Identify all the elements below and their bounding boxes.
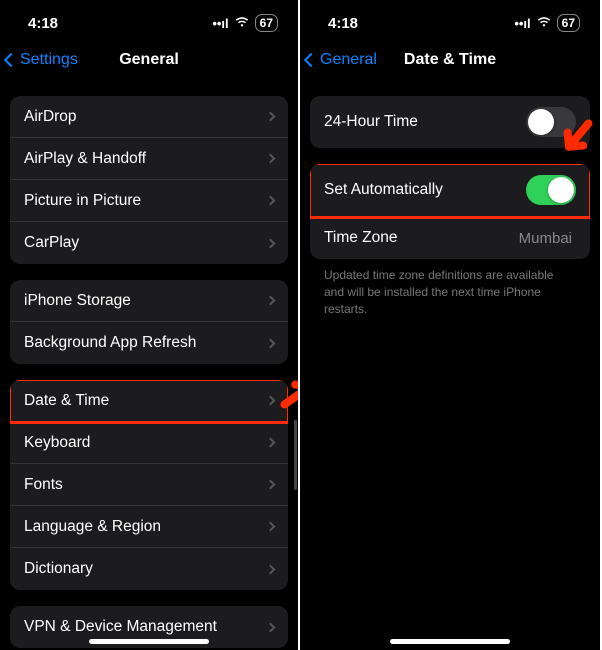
row-label: Dictionary	[24, 560, 93, 578]
toggle-set-automatically[interactable]	[526, 175, 576, 205]
row-date-time[interactable]: Date & Time	[10, 380, 288, 422]
chevron-right-icon	[266, 564, 276, 574]
chevron-right-icon	[266, 338, 276, 348]
cellular-icon: ••ıl	[212, 16, 228, 31]
row-label: Time Zone	[324, 229, 398, 247]
row-label: Language & Region	[24, 518, 161, 536]
row-label: VPN & Device Management	[24, 618, 217, 636]
chevron-right-icon	[266, 154, 276, 164]
row-time-zone[interactable]: Time Zone Mumbai	[310, 217, 590, 259]
status-time: 4:18	[328, 15, 358, 32]
row-label: AirPlay & Handoff	[24, 150, 146, 168]
nav-title: Date & Time	[404, 51, 496, 69]
settings-content[interactable]: AirDrop AirPlay & Handoff Picture in Pictu…	[0, 80, 298, 650]
row-label: Set Automatically	[324, 181, 443, 199]
row-set-automatically[interactable]: Set Automatically	[310, 164, 590, 217]
chevron-right-icon	[266, 480, 276, 490]
nav-title: General	[119, 51, 179, 69]
row-label: Fonts	[24, 476, 63, 494]
group-timezone: Set Automatically Time Zone Mumbai	[310, 164, 590, 259]
row-label: Background App Refresh	[24, 334, 196, 352]
status-right: ••ıl 67	[212, 14, 278, 32]
status-right: ••ıl 67	[514, 14, 580, 32]
chevron-right-icon	[266, 238, 276, 248]
row-dictionary[interactable]: Dictionary	[10, 548, 288, 590]
back-button[interactable]: Settings	[6, 51, 78, 69]
row-picture-in-picture[interactable]: Picture in Picture	[10, 180, 288, 222]
phone-general-screen: 4:18 ••ıl 67 Settings General AirDropAir…	[0, 0, 300, 650]
settings-group: AirDrop AirPlay & Handoff Picture in Pictu…	[10, 96, 288, 264]
row-fonts[interactable]: Fonts	[10, 464, 288, 506]
row-background-app-refresh[interactable]: Background App Refresh	[10, 322, 288, 364]
chevron-back-icon	[304, 53, 318, 67]
row-airdrop[interactable]: AirDrop	[10, 96, 288, 138]
battery-indicator: 67	[255, 14, 278, 32]
nav-bar: General Date & Time	[300, 40, 600, 80]
chevron-right-icon	[266, 438, 276, 448]
phone-datetime-screen: 4:18 ••ıl 67 General Date & Time 24-Hour…	[300, 0, 600, 650]
status-bar: 4:18 ••ıl 67	[300, 0, 600, 40]
row-label: Picture in Picture	[24, 192, 141, 210]
row-label: Date & Time	[24, 392, 109, 410]
chevron-right-icon	[266, 522, 276, 532]
footer-text: Updated time zone definitions are availa…	[310, 259, 590, 325]
row-label: 24-Hour Time	[324, 113, 418, 131]
row-language-region[interactable]: Language & Region	[10, 506, 288, 548]
back-label: Settings	[20, 51, 78, 69]
cellular-icon: ••ıl	[514, 16, 530, 31]
row-label: CarPlay	[24, 234, 79, 252]
row-keyboard[interactable]: Keyboard	[10, 422, 288, 464]
chevron-right-icon	[266, 112, 276, 122]
wifi-icon	[234, 16, 250, 31]
home-indicator[interactable]	[89, 639, 209, 644]
home-indicator[interactable]	[390, 639, 510, 644]
chevron-right-icon	[266, 622, 276, 632]
back-label: General	[320, 51, 377, 69]
toggle-knob	[548, 177, 574, 203]
status-bar: 4:18 ••ıl 67	[0, 0, 298, 40]
battery-indicator: 67	[557, 14, 580, 32]
row-label: Keyboard	[24, 434, 90, 452]
chevron-right-icon	[266, 196, 276, 206]
status-time: 4:18	[28, 15, 58, 32]
wifi-icon	[536, 16, 552, 31]
row-label: iPhone Storage	[24, 292, 131, 310]
datetime-content: 24-Hour Time Set Automatically Time Zone…	[300, 80, 600, 650]
row-iphone-storage[interactable]: iPhone Storage	[10, 280, 288, 322]
settings-group: iPhone Storage Background App Refresh	[10, 280, 288, 364]
row-airplay-handoff[interactable]: AirPlay & Handoff	[10, 138, 288, 180]
row-label: AirDrop	[24, 108, 77, 126]
nav-bar: Settings General	[0, 40, 298, 80]
chevron-right-icon	[266, 296, 276, 306]
chevron-back-icon	[4, 53, 18, 67]
settings-group: Date & Time Keyboard Fonts Language & Regio…	[10, 380, 288, 590]
row-carplay[interactable]: CarPlay	[10, 222, 288, 264]
row-value: Mumbai	[519, 230, 572, 247]
back-button[interactable]: General	[306, 51, 377, 69]
